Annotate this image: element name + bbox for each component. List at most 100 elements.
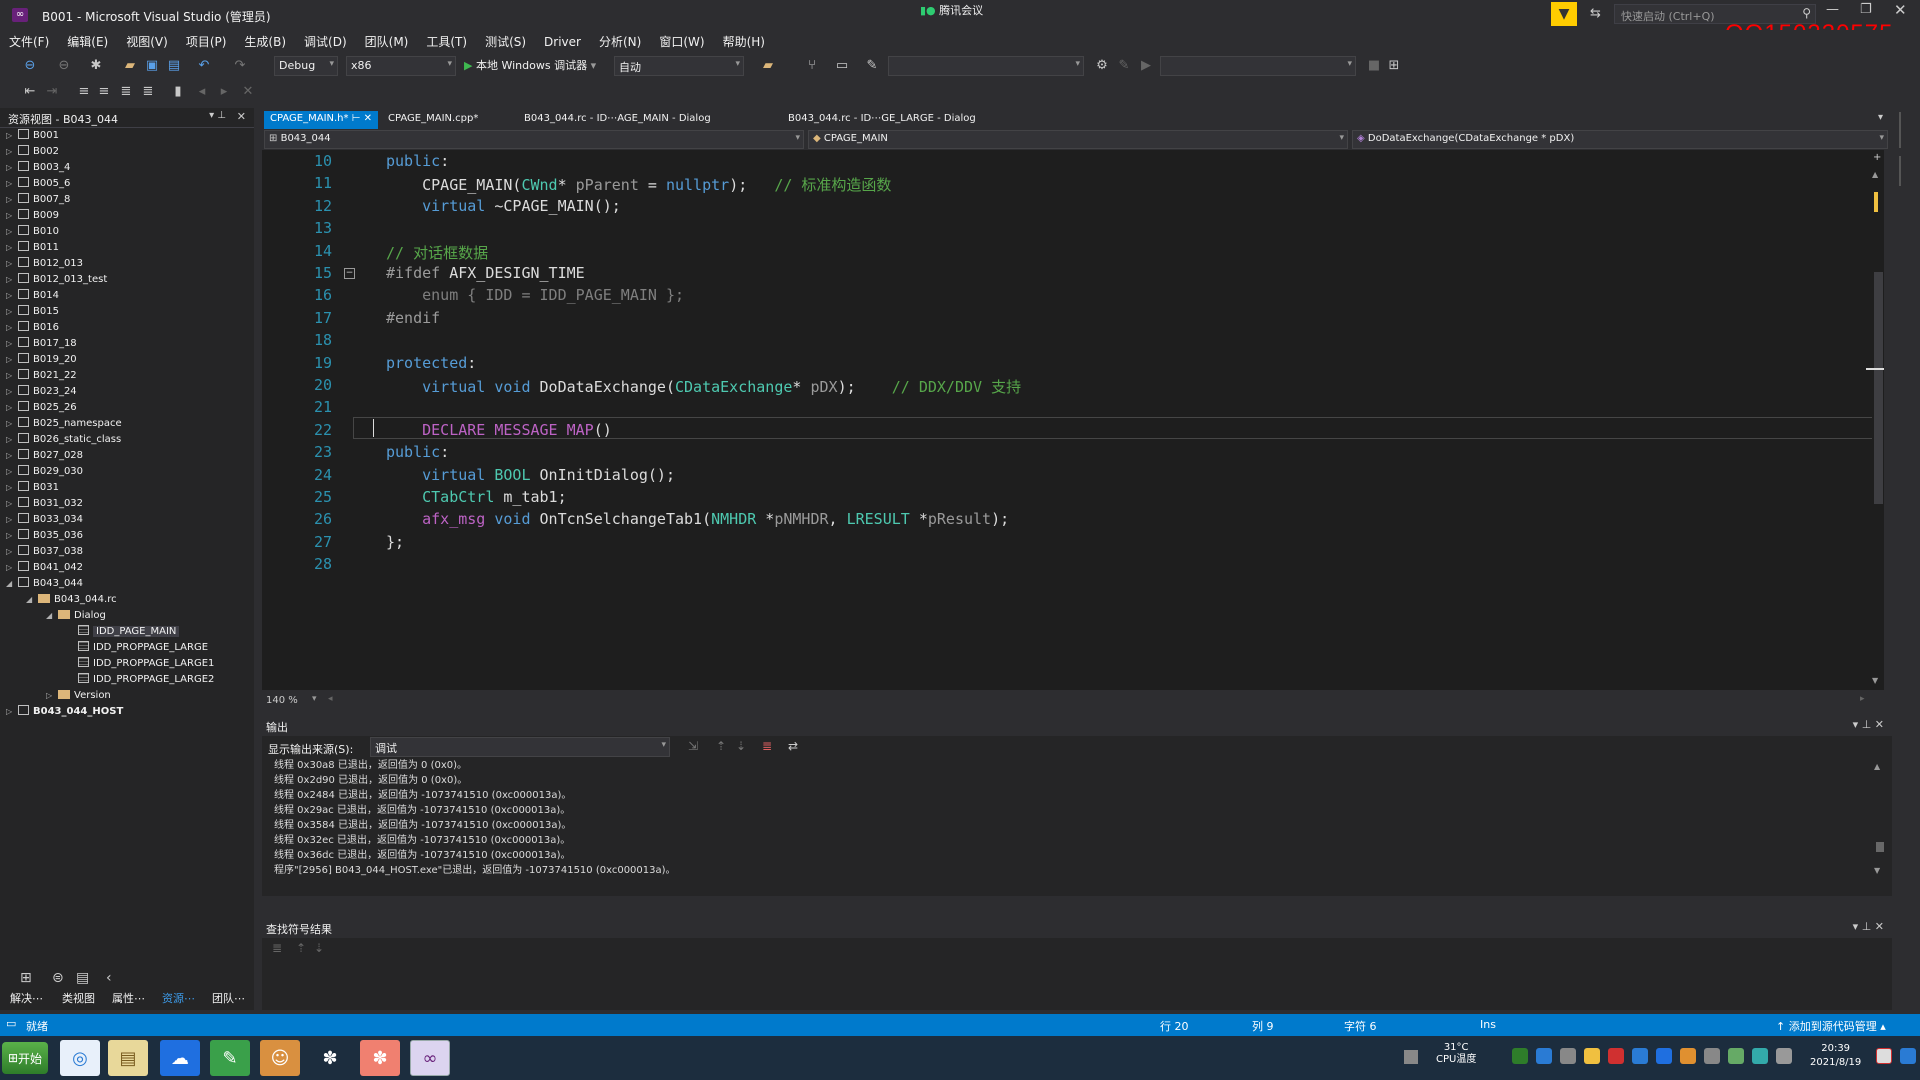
collapsed-arrow-icon[interactable]: ▷ [6,560,18,576]
tree-item[interactable]: ▷ B009 [6,208,254,224]
tree-item[interactable]: ◢ B043_044.rc [6,592,254,608]
tree-item[interactable]: ▷ B043_044_HOST [6,704,254,720]
align-left-icon[interactable]: ≡ [76,84,92,100]
collapsed-arrow-icon[interactable]: ▷ [6,496,18,512]
editor-tab[interactable]: B043_044.rc - ID⋯GE_LARGE - Dialog [782,111,982,129]
tree-item[interactable]: ▷ B002 [6,144,254,160]
collapsed-arrow-icon[interactable]: ▷ [6,160,18,176]
collapsed-arrow-icon[interactable]: ▷ [6,224,18,240]
save-icon[interactable]: ▣ [144,58,160,74]
explorer-app-icon[interactable]: ▤ [108,1040,148,1076]
scroll-up-icon[interactable]: ▲ [1872,170,1878,179]
code-editor[interactable]: 10 11 12 13 14 15 16 17 18 19 20 21 22 23 24 25 26 27 28 p… [262,150,1884,690]
collapsed-arrow-icon[interactable]: ▷ [6,208,18,224]
open-file-icon[interactable]: ▰ [122,58,138,74]
tree-item[interactable]: IDD_PAGE_MAIN [6,624,254,640]
show-desktop-icon[interactable] [1900,1048,1916,1064]
collapsed-arrow-icon[interactable]: ▷ [6,448,18,464]
toolbox-tab-icon[interactable] [1899,112,1913,148]
notepad-app-icon[interactable]: ✎ [210,1040,250,1076]
class-nav-select[interactable]: ◆ CPAGE_MAIN ▾ [808,130,1348,149]
run-mode-select[interactable]: 自动 ▾ [614,56,744,76]
expanded-arrow-icon[interactable]: ◢ [26,592,38,608]
menu-item[interactable]: 文件(F) [0,30,58,50]
tree-item[interactable]: ▷ B027_028 [6,448,254,464]
bookmark-icon[interactable]: ▮ [170,84,186,100]
properties-tab-icon[interactable] [1899,156,1913,186]
prev-bookmark-icon[interactable]: ◂ [194,84,210,100]
network-tray-icon[interactable] [1536,1048,1552,1064]
resource-icon[interactable]: ⊜ [52,970,64,986]
grid-icon[interactable]: ⊞ [20,970,32,986]
prev-message-icon[interactable]: ⇡ [716,739,726,753]
find-message-icon[interactable]: ⇲ [688,739,698,753]
collapsed-arrow-icon[interactable]: ▷ [6,240,18,256]
editor-tab[interactable]: CPAGE_MAIN.h* ⊢ ✕ [264,111,378,129]
tree-item[interactable]: ▷ B001 [6,128,254,144]
search-tray-icon[interactable] [1680,1048,1696,1064]
tree-item[interactable]: ▷ B033_034 [6,512,254,528]
clear-all-icon[interactable]: ≣ [762,739,772,753]
panel-tab[interactable]: 解决⋯ [10,990,43,1006]
security-tray-icon[interactable] [1608,1048,1624,1064]
next-message-icon[interactable]: ⇣ [736,739,746,753]
panel-tab[interactable]: 资源⋯ [162,990,195,1006]
collapsed-arrow-icon[interactable]: ▷ [6,272,18,288]
collapsed-arrow-icon[interactable]: ▷ [6,464,18,480]
close-icon[interactable]: ✕ [237,110,246,123]
new-project-icon[interactable]: ✱ [88,58,104,74]
platform-select[interactable]: x86 ▾ [346,56,456,76]
meeting-indicator[interactable]: ▮● 腾讯会议 [920,2,983,18]
tree-item[interactable]: ▷ B019_20 [6,352,254,368]
tree-item[interactable]: ▷ B003_4 [6,160,254,176]
find-window-controls[interactable]: ▾ ⊥ ✕ [1853,920,1884,933]
menu-item[interactable]: 生成(B) [235,30,295,50]
meeting-app-icon[interactable]: ◎ [60,1040,100,1076]
scroll-down-icon[interactable]: ▼ [1874,866,1880,875]
output-text[interactable]: 线程 0x30a8 已退出，返回值为 0 (0x0)。 线程 0x2d90 已退出… [262,758,1892,878]
start-debug-button[interactable]: ▶ 本地 Windows 调试器 ▾ [464,57,596,73]
notification-center-icon[interactable] [1876,1048,1892,1064]
panel-tab[interactable]: 类视图 [62,990,95,1006]
output-source-select[interactable]: 调试 ▾ [370,737,670,757]
collapsed-arrow-icon[interactable]: ▷ [6,528,18,544]
scroll-up-icon[interactable]: ▲ [1874,762,1880,771]
project-nav-select[interactable]: ⊞ B043_044 ▾ [264,130,804,149]
tree-item[interactable]: ▷ B029_030 [6,464,254,480]
source-control-button[interactable]: ↑ 添加到源代码管理 ▴ [1776,1018,1886,1034]
tree-item[interactable]: ◢ B043_044 [6,576,254,592]
forward-icon[interactable]: ⊖ [56,58,72,74]
keyboard-icon[interactable] [1404,1050,1418,1064]
tree-item[interactable]: ▷ Version [6,688,254,704]
user-tray-icon[interactable] [1704,1048,1720,1064]
collapsed-arrow-icon[interactable]: ▷ [6,416,18,432]
tree-item[interactable]: ◢ Dialog [6,608,254,624]
tree-item[interactable]: ▷ B005_6 [6,176,254,192]
scroll-thumb[interactable] [1876,842,1884,852]
fold-toggle-icon[interactable]: − [344,268,355,279]
scroll-left-icon[interactable]: ◂ [328,694,333,704]
nvidia-tray-icon[interactable] [1512,1048,1528,1064]
menu-item[interactable]: 分析(N) [590,30,650,50]
collapsed-arrow-icon[interactable]: ▷ [6,704,18,720]
notification-icon[interactable]: ⇆ [1590,6,1601,21]
visual-studio-app-icon[interactable]: ∞ [410,1040,450,1076]
display-tray-icon[interactable] [1776,1048,1792,1064]
continue-icon[interactable]: ▶ [1138,58,1154,74]
zoom-level[interactable]: 140 % [266,695,298,706]
menu-item[interactable]: Driver [535,32,590,49]
target-combo[interactable]: ▾ [1160,56,1356,76]
menu-item[interactable]: 窗口(W) [650,30,713,50]
next-bookmark-icon[interactable]: ▸ [216,84,232,100]
cloud-tray-icon[interactable] [1656,1048,1672,1064]
start-button[interactable]: ⊞ 开始 [2,1042,48,1074]
qq-tray-icon[interactable] [1584,1048,1600,1064]
monkey-app-icon[interactable]: ☺ [260,1040,300,1076]
edit-icon[interactable]: ✎ [864,58,880,74]
minimize-button[interactable]: — [1826,2,1839,17]
menu-item[interactable]: 团队(M) [356,30,418,50]
tree-item[interactable]: ▷ B031 [6,480,254,496]
battery-tray-icon[interactable] [1728,1048,1744,1064]
vertical-scrollbar[interactable]: + ▲ ▼ [1866,152,1884,688]
collapsed-arrow-icon[interactable]: ▷ [6,544,18,560]
